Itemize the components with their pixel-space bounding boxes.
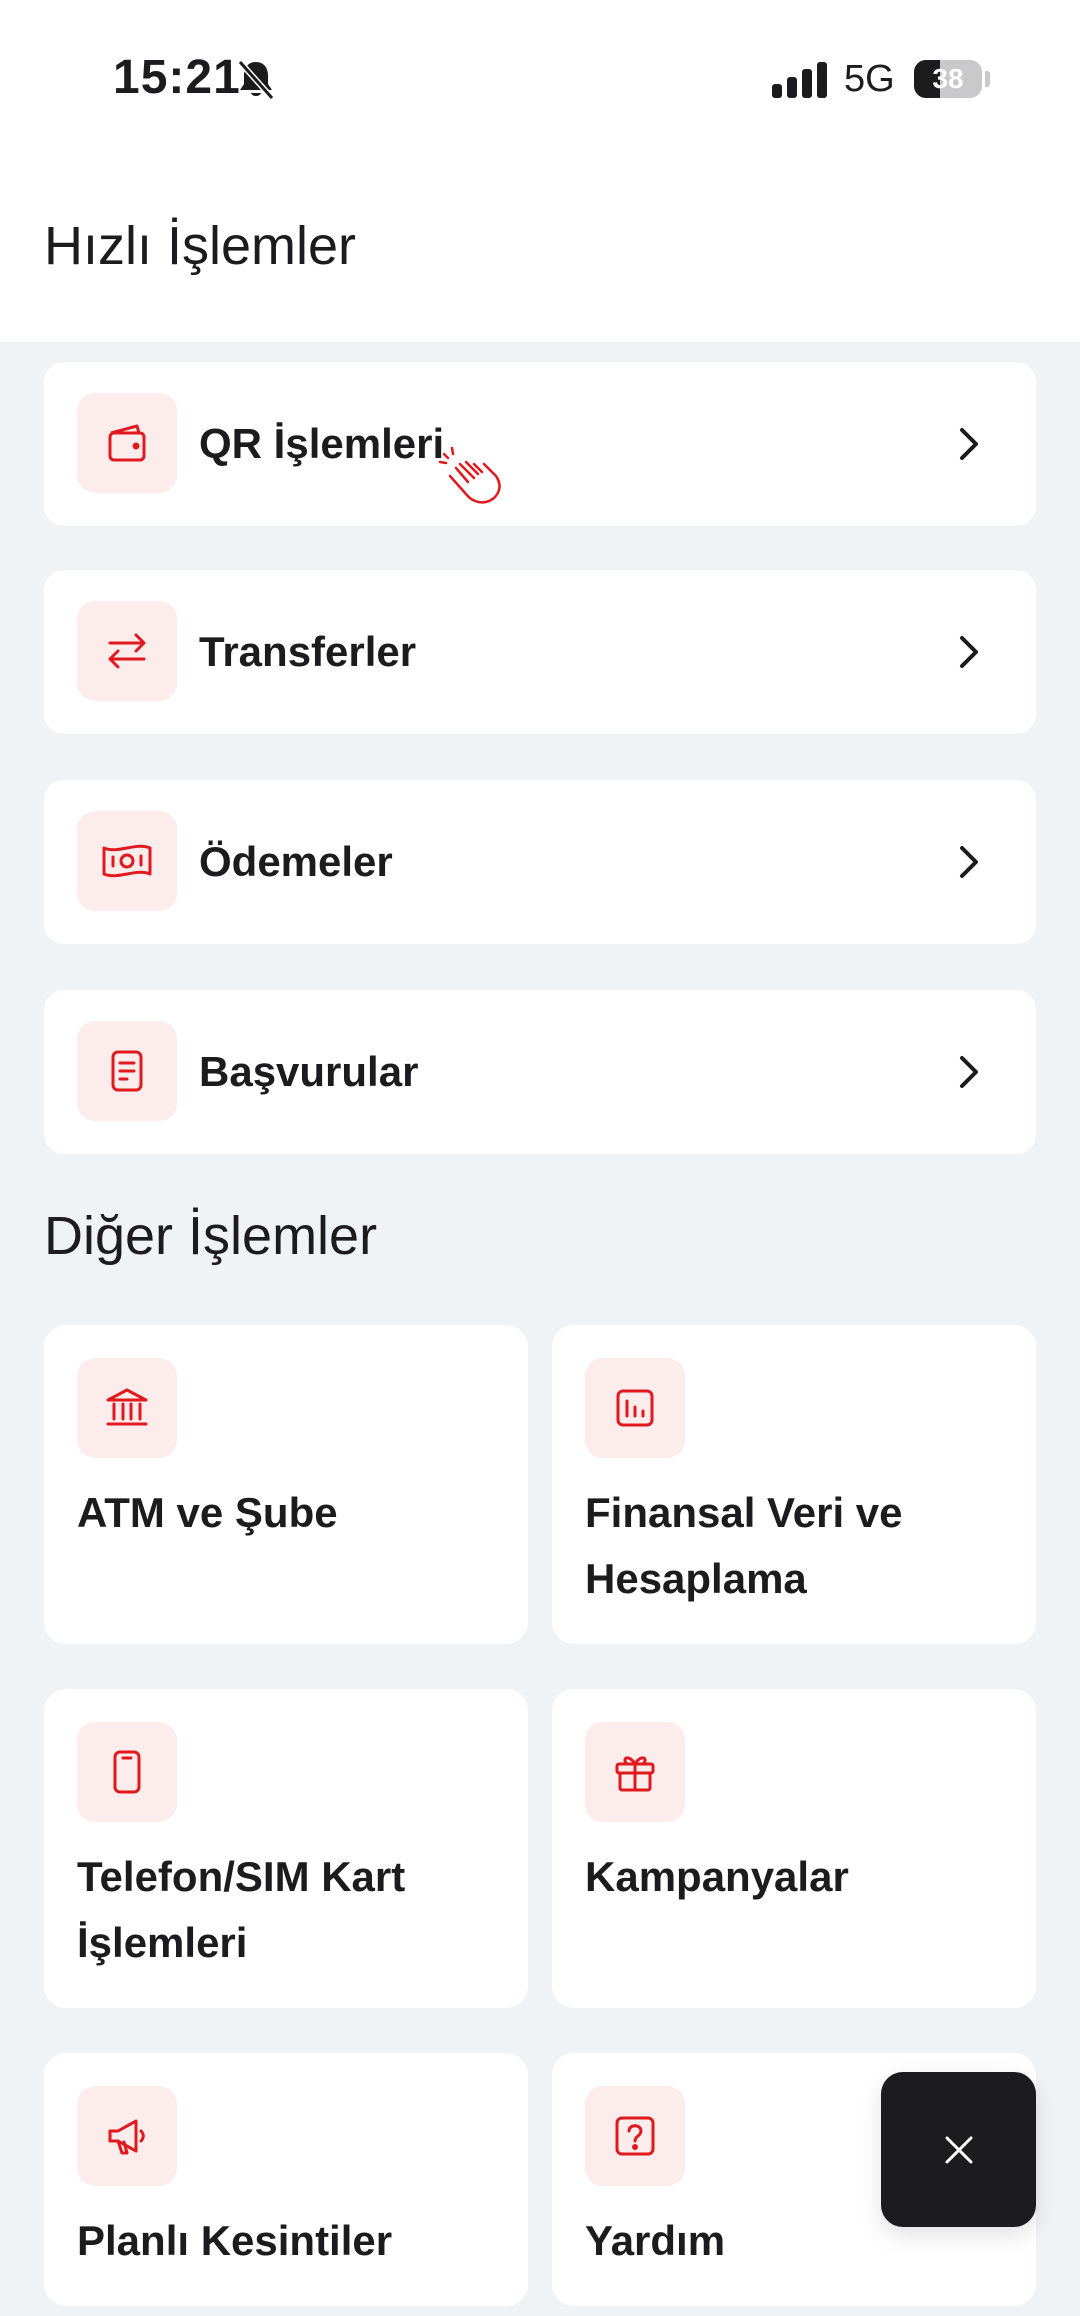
bank-icon xyxy=(77,1358,177,1458)
quick-action-payments[interactable]: Ödemeler xyxy=(44,780,1036,944)
chevron-right-icon xyxy=(960,428,978,460)
header: 15:21 5G 38 Hızlı İşlemler xyxy=(0,0,1080,342)
status-time: 15:21 xyxy=(113,51,241,104)
document-icon xyxy=(77,1021,177,1121)
chevron-right-icon xyxy=(960,846,978,878)
megaphone-icon xyxy=(77,2086,177,2186)
tile-label: Finansal Veri ve Hesaplama xyxy=(585,1489,903,1602)
tile-campaigns[interactable]: Kampanyalar xyxy=(552,1689,1036,2008)
chart-icon xyxy=(585,1358,685,1458)
wallet-icon xyxy=(77,393,177,493)
signal-icon xyxy=(772,62,827,98)
tile-label: Planlı Kesintiler xyxy=(77,2217,393,2264)
transfer-arrows-icon xyxy=(77,601,177,701)
page-title: Hızlı İşlemler xyxy=(44,216,357,276)
tile-financial-data[interactable]: Finansal Veri ve Hesaplama xyxy=(552,1325,1036,1644)
tile-atm-branch[interactable]: ATM ve Şube xyxy=(44,1325,528,1644)
close-button[interactable] xyxy=(881,2072,1036,2227)
chevron-right-icon xyxy=(960,1056,978,1088)
battery-tip xyxy=(985,71,990,87)
tile-label: Kampanyalar xyxy=(585,1853,849,1900)
phone-icon xyxy=(77,1722,177,1822)
chevron-right-icon xyxy=(960,636,978,668)
quick-action-qr[interactable]: QR İşlemleri xyxy=(44,362,1036,526)
section-title: Diğer İşlemler xyxy=(44,1206,378,1266)
banknote-icon xyxy=(77,811,177,911)
network-type: 5G xyxy=(844,58,895,100)
tile-planned-outages[interactable]: Planlı Kesintiler xyxy=(44,2053,528,2306)
tile-label: Telefon/SIM Kart İşlemleri xyxy=(77,1853,406,1966)
tile-phone-sim[interactable]: Telefon/SIM Kart İşlemleri xyxy=(44,1689,528,2008)
tile-label: ATM ve Şube xyxy=(77,1489,338,1536)
gift-icon xyxy=(585,1722,685,1822)
battery-level: 38 xyxy=(932,63,964,94)
bell-muted-icon xyxy=(237,60,275,100)
quick-action-label: Başvurular xyxy=(199,1048,419,1095)
battery-icon: 38 xyxy=(914,60,982,98)
quick-action-applications[interactable]: Başvurular xyxy=(44,990,1036,1154)
help-icon xyxy=(585,2086,685,2186)
quick-action-label: QR İşlemleri xyxy=(199,420,445,467)
close-icon xyxy=(945,2136,972,2163)
quick-action-transfers[interactable]: Transferler xyxy=(44,570,1036,734)
quick-action-label: Transferler xyxy=(199,628,417,675)
quick-action-label: Ödemeler xyxy=(199,838,393,885)
tap-hand-icon xyxy=(438,446,501,504)
